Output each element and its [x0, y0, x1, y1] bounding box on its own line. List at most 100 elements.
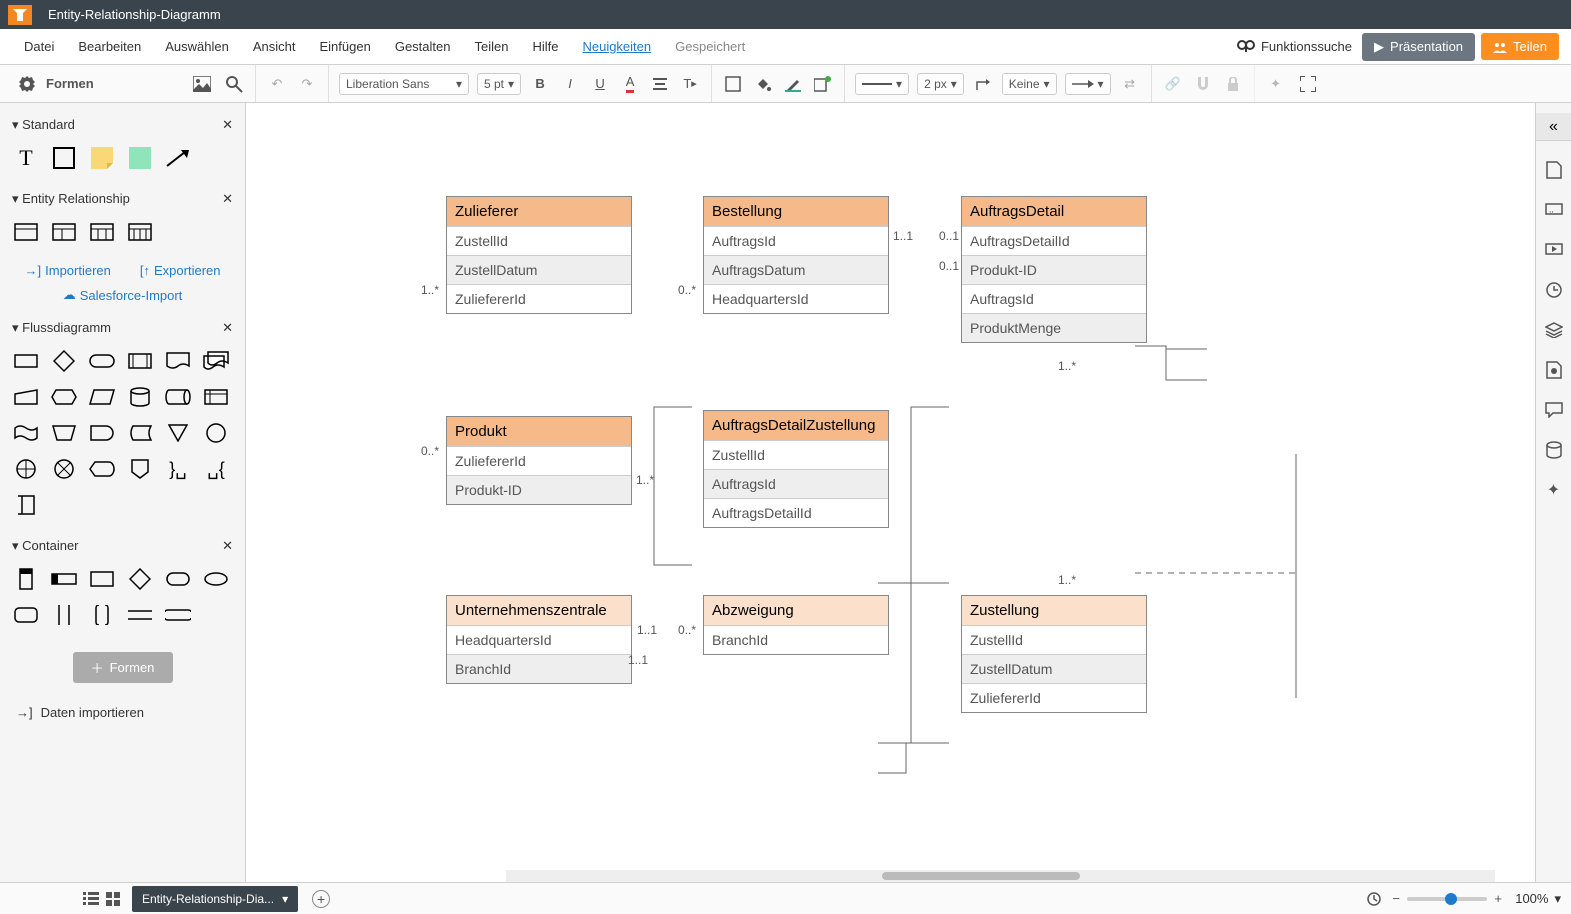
shape-rect[interactable]: [50, 145, 78, 171]
border-color-button[interactable]: [782, 73, 804, 95]
page-tab[interactable]: Entity-Relationship-Dia... ▾: [132, 886, 298, 912]
entity-field[interactable]: ZustellDatum: [962, 654, 1146, 683]
shape-fc-terminator[interactable]: [88, 348, 116, 374]
export-link[interactable]: [↑ Exportieren: [140, 263, 221, 278]
entity-field[interactable]: ZustellDatum: [447, 255, 631, 284]
text-options-button[interactable]: T▸: [679, 73, 701, 95]
entity-field[interactable]: ZustellId: [962, 625, 1146, 654]
entity-field[interactable]: ZustellId: [447, 226, 631, 255]
entity-header[interactable]: Unternehmenszentrale: [447, 596, 631, 625]
line-end-select[interactable]: ▾: [1065, 73, 1111, 95]
entity-field[interactable]: HeadquartersId: [704, 284, 888, 313]
shape-fc-internal[interactable]: [202, 384, 230, 410]
shape-fc-direct[interactable]: [164, 384, 192, 410]
document-title[interactable]: Entity-Relationship-Diagramm: [48, 7, 221, 22]
entity-field[interactable]: ZustellId: [704, 440, 888, 469]
shape-er-2[interactable]: [50, 219, 78, 245]
layers-icon[interactable]: [1543, 319, 1565, 341]
shape-fc-brace-l[interactable]: ␣{: [202, 456, 230, 482]
shape-cn-9[interactable]: [88, 602, 116, 628]
magnet-icon[interactable]: [1192, 73, 1214, 95]
menu-help[interactable]: Hilfe: [520, 35, 570, 58]
shape-cn-3[interactable]: [88, 566, 116, 592]
swap-ends-button[interactable]: ⇄: [1119, 73, 1141, 95]
entity-header[interactable]: Produkt: [447, 417, 631, 446]
entity-field[interactable]: AuftragsDatum: [704, 255, 888, 284]
menu-insert[interactable]: Einfügen: [308, 35, 383, 58]
menu-edit[interactable]: Bearbeiten: [66, 35, 153, 58]
collapse-right-panel[interactable]: «: [1536, 113, 1571, 141]
zoom-in-button[interactable]: +: [1487, 888, 1509, 910]
horizontal-scrollbar[interactable]: [506, 870, 1495, 882]
close-icon[interactable]: ✕: [222, 191, 233, 207]
shape-fc-manual[interactable]: [50, 420, 78, 446]
entity-header[interactable]: AuftragsDetail: [962, 197, 1146, 226]
shape-fc-connector[interactable]: [202, 420, 230, 446]
zoom-out-button[interactable]: −: [1385, 888, 1407, 910]
link-icon[interactable]: 🔗: [1162, 73, 1184, 95]
salesforce-import-link[interactable]: ☁ Salesforce-Import: [63, 287, 183, 303]
add-shapes-button[interactable]: ＋ Formen: [73, 652, 173, 683]
entity-field[interactable]: BranchId: [704, 625, 888, 654]
entity-bestellung[interactable]: BestellungAuftragsIdAuftragsDatumHeadqua…: [703, 196, 889, 314]
shape-fc-offpage[interactable]: [126, 456, 154, 482]
shape-er-4[interactable]: [126, 219, 154, 245]
entity-abzweigung[interactable]: AbzweigungBranchId: [703, 595, 889, 655]
shape-cn-11[interactable]: [164, 602, 192, 628]
entity-field[interactable]: Produkt-ID: [962, 255, 1146, 284]
shape-fc-diamond[interactable]: [50, 348, 78, 374]
shape-cn-2[interactable]: [50, 566, 78, 592]
section-flowchart[interactable]: ▾ Flussdiagramm ✕: [10, 314, 235, 342]
entity-field[interactable]: Produkt-ID: [447, 475, 631, 504]
entity-field[interactable]: ZuliefererId: [447, 446, 631, 475]
menu-share[interactable]: Teilen: [462, 35, 520, 58]
shape-note-green[interactable]: [126, 145, 154, 171]
shape-text[interactable]: T: [12, 145, 40, 171]
line-width-select[interactable]: 2 px ▾: [917, 73, 964, 95]
menu-select[interactable]: Auswählen: [153, 35, 241, 58]
shape-fc-rect[interactable]: [12, 348, 40, 374]
add-page-button[interactable]: +: [312, 890, 330, 908]
entity-unternehmenszentrale[interactable]: UnternehmenszentraleHeadquartersIdBranch…: [446, 595, 632, 684]
entity-field[interactable]: HeadquartersId: [447, 625, 631, 654]
entity-field[interactable]: AuftragsId: [962, 284, 1146, 313]
entity-zulieferer[interactable]: ZuliefererZustellIdZustellDatumZuliefere…: [446, 196, 632, 314]
entity-header[interactable]: Zustellung: [962, 596, 1146, 625]
entity-field[interactable]: ProduktMenge: [962, 313, 1146, 342]
shape-fc-stored[interactable]: [126, 420, 154, 446]
shape-arrow[interactable]: [164, 145, 192, 171]
image-icon[interactable]: [191, 73, 213, 95]
search-icon[interactable]: [223, 73, 245, 95]
shape-cn-4[interactable]: [126, 566, 154, 592]
entity-field[interactable]: ZuliefererId: [447, 284, 631, 313]
page-icon[interactable]: [1543, 159, 1565, 181]
history-icon[interactable]: [1543, 279, 1565, 301]
comment-icon[interactable]: ,,: [1543, 199, 1565, 221]
section-container[interactable]: ▾ Container ✕: [10, 532, 235, 560]
zoom-slider[interactable]: [1407, 897, 1487, 901]
shape-fc-doc[interactable]: [164, 348, 192, 374]
line-path-button[interactable]: [972, 73, 994, 95]
shape-cn-6[interactable]: [202, 566, 230, 592]
entity-auftragsdetailzustellung[interactable]: AuftragsDetailZustellungZustellIdAuftrag…: [703, 410, 889, 528]
entity-field[interactable]: AuftragsDetailId: [704, 498, 888, 527]
shape-fc-brace-r[interactable]: }␣: [164, 456, 192, 482]
entity-field[interactable]: ZuliefererId: [962, 683, 1146, 712]
grid-view-icon[interactable]: [102, 888, 124, 910]
zoom-level[interactable]: 100%: [1509, 891, 1554, 906]
shape-options-button[interactable]: [812, 73, 834, 95]
present-panel-icon[interactable]: [1543, 239, 1565, 261]
shape-fc-manual-input[interactable]: [12, 384, 40, 410]
canvas[interactable]: ZuliefererZustellIdZustellDatumZuliefere…: [246, 103, 1535, 882]
shape-fc-or[interactable]: [12, 456, 40, 482]
shape-fc-hex[interactable]: [50, 384, 78, 410]
import-link[interactable]: →] Importieren: [25, 263, 111, 278]
shape-fc-delay[interactable]: [88, 420, 116, 446]
bold-button[interactable]: B: [529, 73, 551, 95]
section-standard[interactable]: ▾ Standard ✕: [10, 111, 235, 139]
shape-fc-data[interactable]: [88, 384, 116, 410]
shape-fc-predef[interactable]: [126, 348, 154, 374]
shapes-label[interactable]: Formen: [46, 76, 94, 91]
styles-icon[interactable]: [1543, 359, 1565, 381]
redo-button[interactable]: ↷: [296, 73, 318, 95]
